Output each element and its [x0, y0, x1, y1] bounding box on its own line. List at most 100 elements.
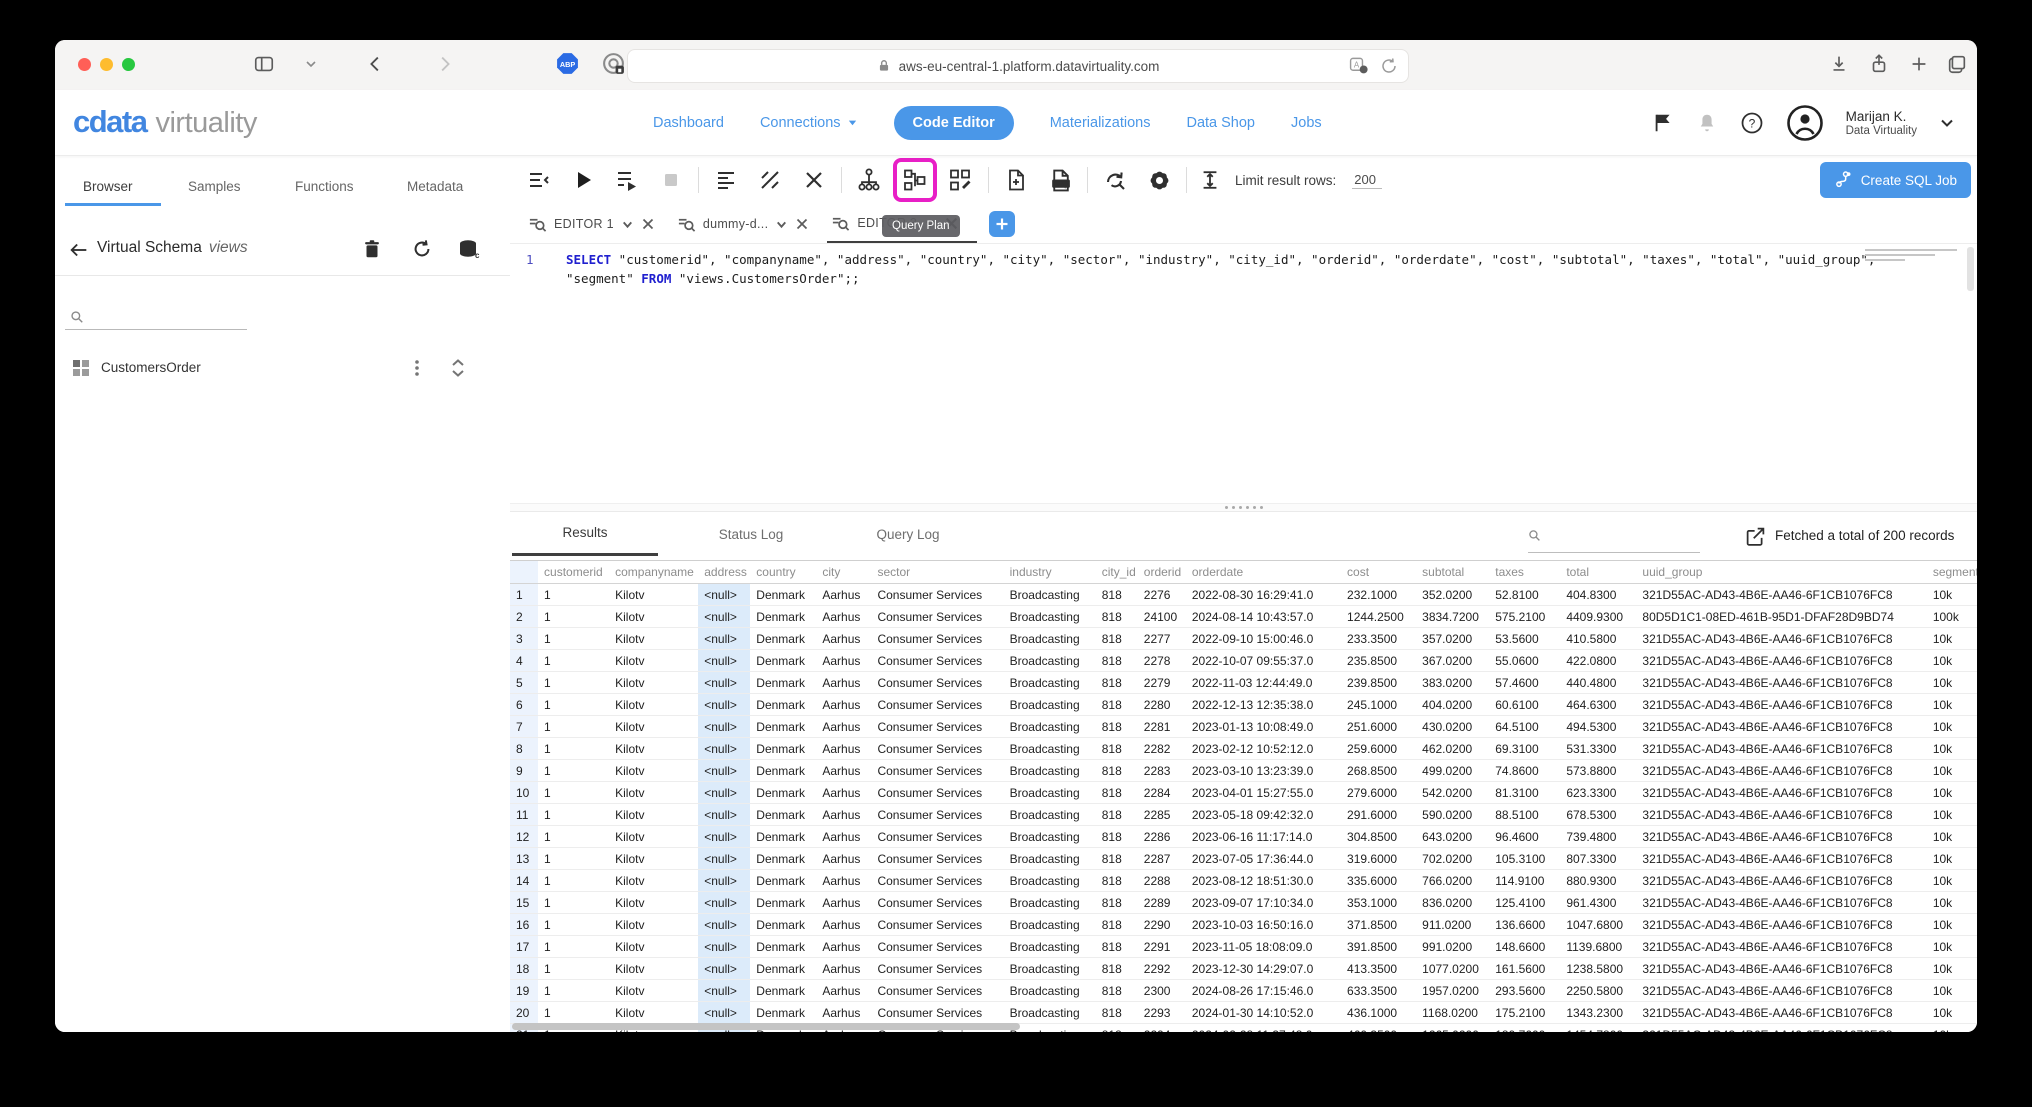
run-script-icon[interactable] [610, 163, 644, 197]
new-file-icon[interactable] [999, 163, 1033, 197]
reload-icon[interactable] [1380, 57, 1398, 75]
export-csv-icon[interactable]: CSV [1043, 163, 1077, 197]
translate-icon[interactable]: A [1349, 56, 1368, 75]
format-query-icon[interactable] [709, 163, 743, 197]
table-cell: Denmark [750, 606, 816, 628]
column-header-country[interactable]: country [750, 561, 816, 584]
column-header-orderdate[interactable]: orderdate [1186, 561, 1341, 584]
flag-icon[interactable] [1652, 112, 1674, 134]
column-header-city_id[interactable]: city_id [1096, 561, 1138, 584]
new-tab-icon[interactable] [1908, 53, 1930, 75]
column-header-address[interactable]: address [698, 561, 750, 584]
close-tab-icon[interactable] [641, 217, 655, 231]
column-header-city[interactable]: city [816, 561, 871, 584]
column-header-taxes[interactable]: taxes [1489, 561, 1560, 584]
refresh-icon[interactable] [411, 238, 433, 260]
tab-metadata[interactable]: Metadata [407, 179, 463, 194]
list-item-customersorder[interactable]: CustomersOrder [55, 355, 510, 383]
column-header-subtotal[interactable]: subtotal [1416, 561, 1489, 584]
database-icon[interactable]: c [457, 237, 481, 261]
nav-code-editor[interactable]: Code Editor [894, 106, 1014, 140]
tab-status-log[interactable]: Status Log [678, 512, 824, 556]
tab-results[interactable]: Results [512, 512, 658, 556]
user-info[interactable]: Marijan K. Data Virtuality [1846, 109, 1917, 137]
new-editor-tab-button[interactable] [989, 211, 1015, 237]
table-row: 61Kilotv<null>DenmarkAarhusConsumer Serv… [510, 694, 1977, 716]
back-arrow-icon[interactable] [68, 239, 90, 261]
url-bar[interactable]: aws-eu-central-1.platform.datavirtuality… [627, 49, 1409, 83]
column-header-companyname[interactable]: companyname [609, 561, 698, 584]
table-cell: <null> [698, 980, 750, 1002]
table-cell: 2280 [1138, 694, 1186, 716]
editor-tab-2[interactable]: dummy-d... [673, 205, 828, 243]
editor-scrollbar[interactable] [1967, 247, 1974, 291]
share-icon[interactable] [1868, 53, 1890, 75]
nav-dashboard[interactable]: Dashboard [653, 115, 724, 131]
limit-rows-value[interactable]: 200 [1352, 172, 1382, 189]
tab-overview-icon[interactable] [1946, 53, 1968, 75]
table-row: 81Kilotv<null>DenmarkAarhusConsumer Serv… [510, 738, 1977, 760]
nav-materializations[interactable]: Materializations [1050, 115, 1151, 131]
results-search-icon[interactable] [1528, 529, 1541, 542]
panel-splitter-handle[interactable] [510, 503, 1977, 512]
create-sql-job-button[interactable]: Create SQL Job [1820, 162, 1971, 198]
edit-query-plan-icon[interactable] [944, 163, 978, 197]
table-cell: 678.5300 [1560, 804, 1636, 826]
zoom-window-button[interactable] [122, 58, 135, 71]
tab-samples[interactable]: Samples [188, 179, 241, 194]
query-plan-icon[interactable] [900, 165, 930, 195]
table-cell: 2277 [1138, 628, 1186, 650]
trash-icon[interactable] [361, 238, 383, 260]
table-cell: 10k [1927, 826, 1977, 848]
column-header-sector[interactable]: sector [871, 561, 1003, 584]
results-search-input[interactable] [1528, 552, 1700, 553]
nav-data-shop[interactable]: Data Shop [1186, 115, 1255, 131]
sort-chevrons-icon[interactable] [448, 357, 468, 379]
dependency-tree-icon[interactable] [852, 163, 886, 197]
avatar[interactable] [1786, 104, 1824, 142]
nav-jobs[interactable]: Jobs [1291, 115, 1322, 131]
tab-browser[interactable]: Browser [83, 179, 133, 194]
adblock-extension-icon[interactable]: ABP [555, 51, 580, 76]
column-header-total[interactable]: total [1560, 561, 1636, 584]
tab-query-log[interactable]: Query Log [835, 512, 981, 556]
clear-editor-icon[interactable] [797, 163, 831, 197]
editor-tab-1[interactable]: EDITOR 1 [524, 205, 673, 243]
downloads-icon[interactable] [1828, 53, 1850, 75]
chevron-down-icon[interactable] [305, 58, 317, 70]
table-cell: 10k [1927, 782, 1977, 804]
close-tab-icon[interactable] [795, 217, 809, 231]
help-icon[interactable]: ? [1740, 111, 1764, 135]
table-cell: 807.3300 [1560, 848, 1636, 870]
sql-code-area[interactable]: 1 SELECT "customerid", "companyname", "a… [510, 243, 1977, 503]
password-extension-icon[interactable] [601, 51, 626, 76]
column-header-customerid[interactable]: customerid [538, 561, 609, 584]
queries-list-icon[interactable] [522, 163, 556, 197]
sidebar-search-input[interactable] [65, 329, 247, 330]
notifications-bell-icon[interactable] [1696, 112, 1718, 134]
logo-cdata: cdata [73, 104, 146, 140]
sidebar-search-icon[interactable] [70, 310, 84, 324]
close-window-button[interactable] [78, 58, 91, 71]
word-wrap-off-icon[interactable] [753, 163, 787, 197]
column-header-segment[interactable]: segment [1927, 561, 1977, 584]
column-header-industry[interactable]: industry [1004, 561, 1096, 584]
column-header-cost[interactable]: cost [1341, 561, 1416, 584]
forward-button[interactable] [433, 53, 455, 75]
run-query-icon[interactable] [566, 163, 600, 197]
column-header-uuid_group[interactable]: uuid_group [1636, 561, 1926, 584]
table-cell: 818 [1096, 936, 1138, 958]
column-header-orderid[interactable]: orderid [1138, 561, 1186, 584]
horizontal-scrollbar[interactable] [512, 1023, 1020, 1030]
table-cell: 818 [1096, 804, 1138, 826]
kebab-menu-icon[interactable] [407, 358, 427, 378]
tab-functions[interactable]: Functions [295, 179, 354, 194]
nav-connections[interactable]: Connections [760, 115, 858, 131]
refresh-results-icon[interactable] [1098, 163, 1132, 197]
settings-gear-icon[interactable] [1142, 163, 1176, 197]
user-menu-chevron-icon[interactable] [1939, 115, 1955, 131]
minimize-window-button[interactable] [100, 58, 113, 71]
back-button[interactable] [365, 53, 387, 75]
sidebar-toggle-icon[interactable] [253, 53, 275, 75]
open-external-icon[interactable] [1745, 526, 1766, 547]
